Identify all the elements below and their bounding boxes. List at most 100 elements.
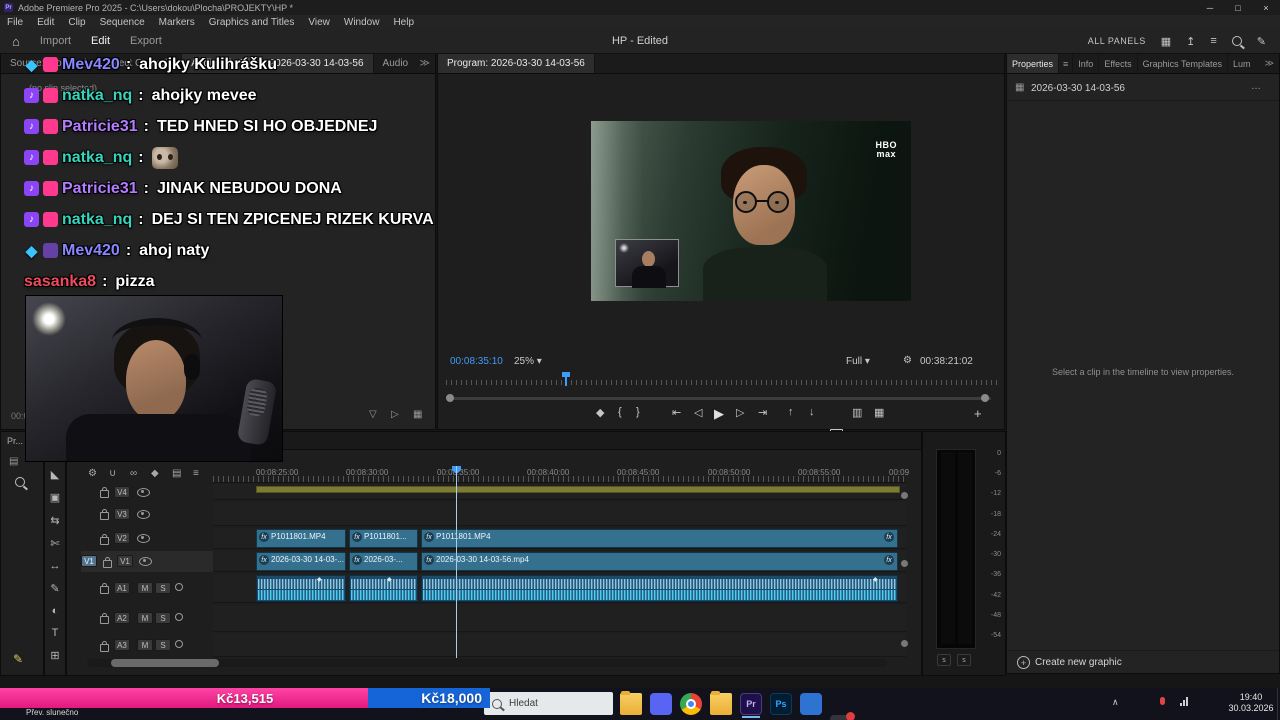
lock-icon[interactable]	[100, 641, 109, 652]
minimize-button[interactable]: ─	[1196, 0, 1224, 15]
solo-button[interactable]: S	[155, 639, 171, 651]
razor-tool-icon[interactable]: ✄	[50, 537, 59, 550]
lock-icon[interactable]	[100, 509, 109, 520]
project-search-icon[interactable]	[15, 477, 25, 487]
tab-lumetri[interactable]: Lum	[1228, 54, 1256, 73]
multicam-button[interactable]: ▦	[874, 406, 884, 419]
voiceover-record-icon[interactable]	[175, 583, 183, 591]
lock-icon[interactable]	[100, 583, 109, 594]
timeline-clip[interactable]: fx P1011801...	[349, 529, 418, 548]
timeline-display-settings-icon[interactable]: ⚙	[88, 468, 97, 479]
audio-clip[interactable]	[421, 575, 898, 602]
mute-button[interactable]: M	[137, 612, 153, 624]
workspace-tab-export[interactable]: Export	[120, 35, 172, 47]
go-to-in-button[interactable]: ⇤	[672, 406, 681, 419]
track-lane-a2[interactable]	[213, 605, 906, 632]
menu-graphics-titles[interactable]: Graphics and Titles	[202, 17, 302, 28]
lock-icon[interactable]	[103, 557, 112, 568]
slip-tool-icon[interactable]: ↔	[50, 560, 61, 572]
track-target-a1[interactable]: A1	[114, 582, 130, 594]
taskbar-icon-app[interactable]	[800, 693, 822, 715]
play-mini-icon[interactable]: ▷	[391, 409, 399, 420]
button-editor-button[interactable]: +	[974, 406, 982, 421]
track-target-v2[interactable]: V2	[114, 532, 130, 544]
step-back-button[interactable]: ◁	[694, 406, 702, 419]
panel-menu-icon[interactable]: ≡	[1210, 35, 1216, 47]
menu-help[interactable]: Help	[386, 17, 421, 28]
timeline-options-icon[interactable]: ≡	[193, 468, 199, 479]
timeline-clip[interactable]: fx P1011801.MP4 fx	[421, 529, 898, 548]
taskbar-clock[interactable]: 19:40 30.03.2026	[1226, 692, 1276, 714]
type-tool-icon[interactable]: T	[52, 627, 59, 639]
tray-expand-icon[interactable]: ∧	[1112, 697, 1119, 708]
chat-username[interactable]: Mev420	[62, 242, 120, 260]
program-video-frame[interactable]: HBO max	[591, 121, 911, 301]
zoom-handle-left[interactable]	[446, 394, 454, 402]
pen-tool-icon[interactable]: ✎	[50, 582, 59, 595]
adjustment-layer-clip[interactable]	[256, 486, 900, 493]
hand-tool-icon[interactable]: ◐	[52, 605, 59, 617]
project-edit-icon[interactable]: ✎	[13, 652, 23, 666]
menu-clip[interactable]: Clip	[61, 17, 92, 28]
track-target-a2[interactable]: A2	[114, 612, 130, 624]
taskbar-icon-explorer[interactable]	[620, 691, 642, 715]
mute-button[interactable]: M	[137, 582, 153, 594]
lift-button[interactable]: ↑	[788, 406, 794, 418]
program-scrubber[interactable]	[446, 380, 998, 385]
close-button[interactable]: ×	[1252, 0, 1280, 15]
extract-button[interactable]: ↓	[809, 406, 815, 418]
taskbar-icon-chrome[interactable]	[680, 693, 702, 715]
menu-file[interactable]: File	[0, 17, 30, 28]
chat-username[interactable]: natka_nq	[62, 211, 132, 229]
taskbar-icon-folder[interactable]	[710, 691, 732, 715]
share-icon[interactable]: ↥	[1186, 35, 1195, 48]
filter-icon[interactable]: ▽	[369, 409, 377, 420]
search-icon[interactable]	[1231, 36, 1242, 46]
lock-icon[interactable]	[100, 534, 109, 545]
quick-edit-icon[interactable]: ✎	[1257, 35, 1266, 48]
comparison-view-button[interactable]: ▥	[852, 406, 862, 419]
menu-edit[interactable]: Edit	[30, 17, 61, 28]
solo-button[interactable]: S	[155, 582, 171, 594]
voiceover-record-icon[interactable]	[175, 613, 183, 621]
linked-selection-icon[interactable]: ∞	[130, 468, 137, 479]
tab-project[interactable]: Pr...	[7, 436, 23, 446]
playback-resolution-dropdown[interactable]: Full ▾	[846, 356, 870, 367]
chat-username[interactable]: Patricie31	[62, 118, 138, 136]
taskbar-icon-premiere[interactable]: Pr	[740, 693, 762, 715]
playhead-line[interactable]	[456, 466, 457, 658]
workspaces-icon[interactable]: ▦	[1161, 35, 1171, 48]
lock-icon[interactable]	[100, 613, 109, 624]
meter-solo-button[interactable]: s	[957, 654, 971, 666]
tab-info[interactable]: Info	[1073, 54, 1100, 73]
track-output-eye-icon[interactable]	[137, 510, 150, 519]
maximize-button[interactable]: □	[1224, 0, 1252, 15]
tab-effects[interactable]: Effects	[1099, 54, 1138, 73]
create-new-graphic-button[interactable]: Create new graphic	[1035, 657, 1122, 668]
zoom-level-dropdown[interactable]: 25% ▾	[514, 356, 542, 367]
program-zoom-scrollbar[interactable]	[449, 397, 991, 400]
tray-mic-icon[interactable]	[1160, 697, 1165, 705]
mark-in-button[interactable]: {	[618, 406, 622, 418]
meter-solo-button[interactable]: s	[937, 654, 951, 666]
properties-tab-overflow-icon[interactable]: ≫	[1261, 54, 1277, 73]
chat-username[interactable]: Mev420	[62, 56, 120, 74]
timeline-clip[interactable]: fx 2026-03-...	[349, 552, 418, 571]
audio-clip[interactable]	[349, 575, 418, 602]
project-list-view-icon[interactable]: ▤	[9, 456, 18, 467]
program-current-timecode[interactable]: 00:08:35:10	[450, 356, 503, 367]
track-select-tool-icon[interactable]: ▣	[50, 491, 60, 504]
chat-username[interactable]: Patricie31	[62, 180, 138, 198]
captions-icon[interactable]: ▤	[172, 468, 181, 479]
chat-username[interactable]: sasanka8	[24, 273, 96, 291]
taskbar-icon-discord[interactable]	[650, 693, 672, 715]
snap-icon[interactable]: ∪	[109, 468, 116, 479]
home-icon[interactable]: ⌂	[0, 34, 30, 49]
add-marker-icon[interactable]: ◆	[151, 468, 159, 479]
track-output-eye-icon[interactable]	[139, 557, 152, 566]
properties-menu-icon[interactable]: ≡	[1059, 54, 1074, 73]
properties-more-icon[interactable]: …	[1251, 81, 1261, 92]
all-panels-label[interactable]: ALL PANELS	[1088, 36, 1146, 46]
track-output-eye-icon[interactable]	[137, 534, 150, 543]
solo-button[interactable]: S	[155, 612, 171, 624]
